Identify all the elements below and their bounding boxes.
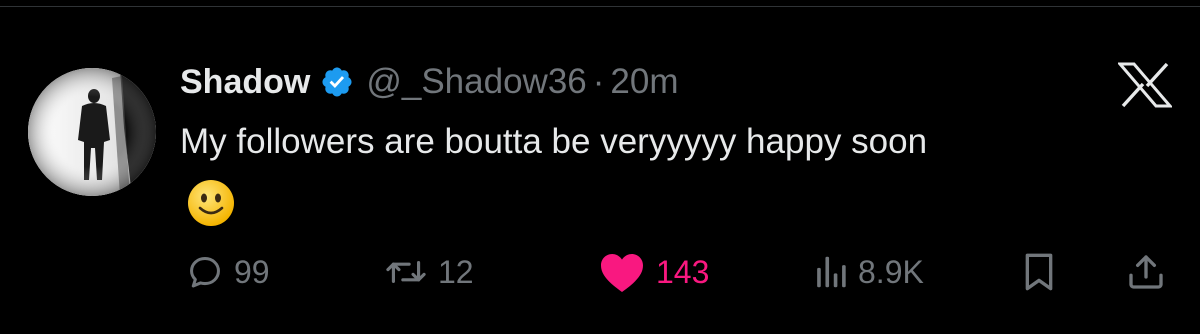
views-count: 8.9K (858, 253, 924, 290)
heart-icon (601, 254, 643, 292)
slightly-smiling-face-emoji-icon (186, 178, 236, 228)
top-divider (0, 6, 1200, 7)
repost-count: 12 (438, 253, 474, 290)
avatar[interactable] (28, 68, 156, 196)
reply-count: 99 (234, 253, 270, 290)
avatar-image (28, 68, 156, 196)
tweet-text: My followers are boutta be veryyyyy happ… (180, 122, 928, 161)
reply-icon (190, 257, 220, 288)
bookmark-icon (1025, 253, 1053, 291)
timestamp[interactable]: 20m (610, 62, 678, 102)
verified-badge-icon (320, 65, 354, 99)
views-analytics-icon (817, 256, 846, 288)
bookmark-button[interactable] (1022, 248, 1056, 296)
display-name[interactable]: Shadow (180, 63, 310, 102)
reply-button[interactable]: 99 (186, 248, 270, 296)
tweet-header: Shadow @_Shadow36 · 20m (180, 58, 679, 106)
repost-icon (386, 261, 426, 283)
separator-dot: · (592, 62, 605, 101)
views-button[interactable]: 8.9K (814, 248, 924, 296)
x-logo-icon (1116, 62, 1174, 108)
share-icon (1129, 255, 1163, 289)
like-button[interactable]: 143 (598, 248, 709, 296)
share-button[interactable] (1126, 248, 1166, 296)
repost-button[interactable]: 12 (384, 248, 474, 296)
user-handle[interactable]: @_Shadow36 (366, 62, 586, 102)
like-count: 143 (656, 253, 710, 290)
